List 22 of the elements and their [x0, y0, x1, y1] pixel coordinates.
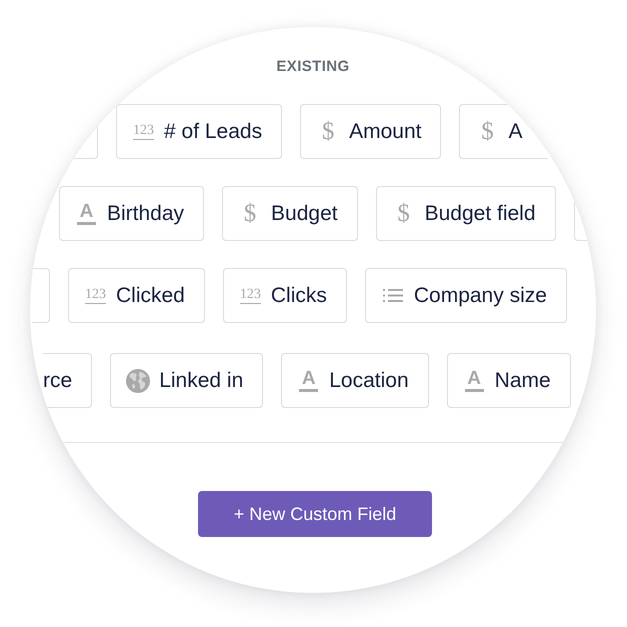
dollar-icon: $ [317, 119, 340, 144]
field-chip[interactable]: 123 Clicks [222, 268, 347, 323]
field-chip[interactable]: 123 Clicked [68, 268, 205, 323]
field-chip[interactable] [32, 268, 50, 323]
field-chip[interactable]: $ Amount [300, 104, 442, 159]
new-custom-field-button[interactable]: + New Custom Field [198, 491, 432, 537]
field-chip[interactable]: rce [43, 353, 92, 408]
field-chip[interactable]: 123 # of Leads [116, 104, 282, 159]
field-chip[interactable]: A Birthday [59, 186, 204, 241]
field-chip[interactable]: $ Budget field [376, 186, 556, 241]
field-chip[interactable]: A Name [446, 353, 571, 408]
field-chip[interactable]: $ A [459, 104, 548, 159]
field-chip[interactable]: Linked in [110, 353, 264, 408]
dollar-icon: $ [476, 119, 498, 144]
field-chip[interactable]: Company size [364, 268, 567, 323]
section-heading: EXISTING [275, 58, 351, 75]
field-chip[interactable]: $ Budget [222, 186, 358, 241]
dollar-icon: $ [392, 201, 415, 226]
globe-icon [126, 368, 150, 392]
dollar-icon: $ [239, 201, 262, 226]
field-chip[interactable]: A Location [281, 353, 429, 408]
list-icon [382, 289, 403, 302]
